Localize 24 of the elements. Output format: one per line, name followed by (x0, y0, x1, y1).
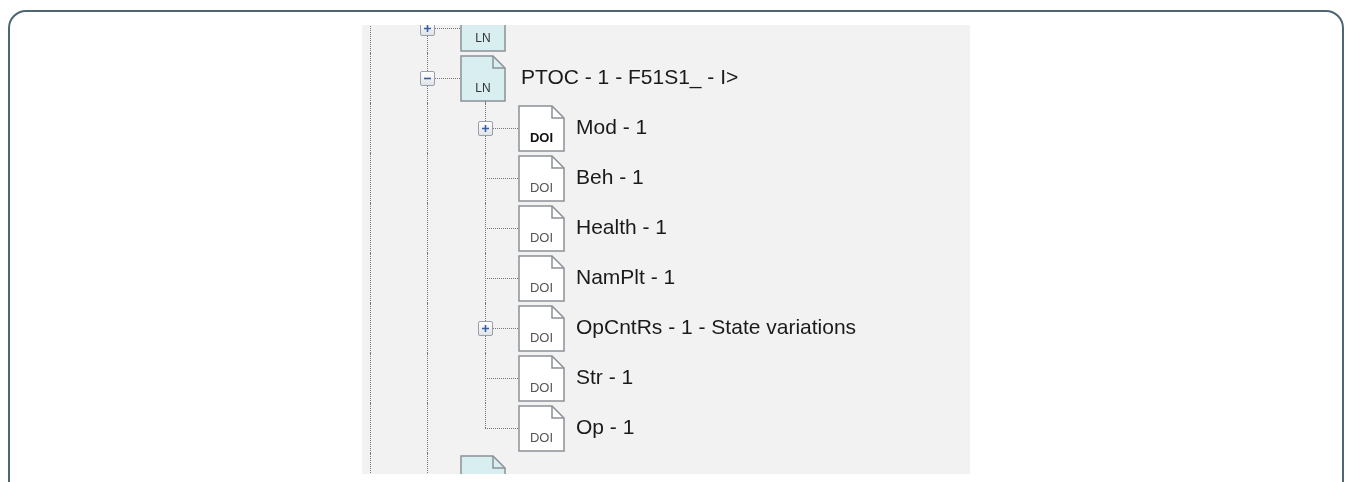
document-icon: DOI (518, 105, 565, 152)
tree-item-label[interactable]: Mod - 1 (576, 114, 648, 140)
tree-item-label[interactable]: Op - 1 (576, 414, 635, 440)
tree-item-label[interactable]: NamPlt - 1 (576, 264, 676, 290)
plus-icon (481, 324, 490, 333)
plus-icon (481, 124, 490, 133)
document-icon: DOI (518, 405, 565, 452)
tree-item-label[interactable]: PTOC - 1 - F51S1_ - I> (521, 64, 739, 90)
plus-icon (423, 25, 432, 33)
tree-item-label[interactable]: Str - 1 (576, 364, 634, 390)
collapse-toggle[interactable] (420, 71, 435, 86)
document-icon: DOI (518, 305, 565, 352)
expand-toggle[interactable] (478, 121, 493, 136)
document-icon: DOI (518, 255, 565, 302)
document-icon: DOI (518, 355, 565, 402)
tree-item-label[interactable]: Beh - 1 (576, 164, 644, 190)
expand-toggle[interactable] (478, 321, 493, 336)
tree-item-label[interactable]: OpCntRs - 1 - State variations (576, 314, 857, 340)
document-icon: LN (460, 55, 506, 102)
document-icon: DOI (518, 155, 565, 202)
document-icon: DOI (518, 205, 565, 252)
tree-item-label[interactable]: Health - 1 (576, 214, 668, 240)
document-icon: LN (460, 25, 506, 52)
expand-toggle[interactable] (420, 25, 435, 36)
